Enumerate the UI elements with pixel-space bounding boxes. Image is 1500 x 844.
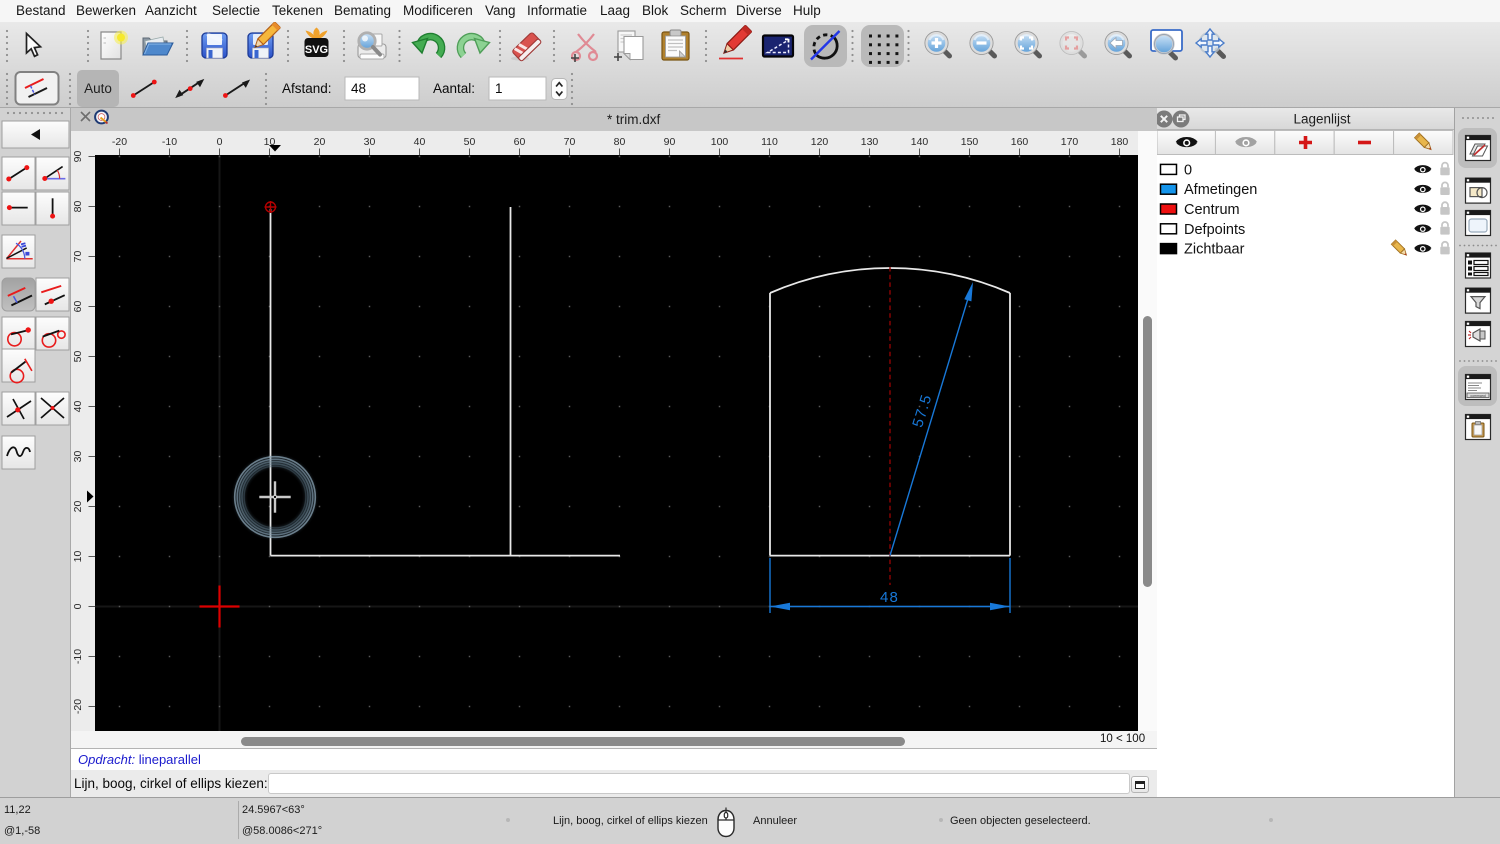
svg-text:140: 140 <box>911 136 929 148</box>
svg-text:48: 48 <box>351 81 366 96</box>
svg-text:150: 150 <box>961 136 979 148</box>
svg-text:command: command <box>1470 394 1485 398</box>
svg-text:120: 120 <box>811 136 829 148</box>
svg-text:90: 90 <box>664 136 676 148</box>
svg-text:160: 160 <box>1011 136 1029 148</box>
svg-text:-20: -20 <box>112 136 127 148</box>
svg-text:100: 100 <box>711 136 729 148</box>
svg-text:SVG: SVG <box>305 44 328 56</box>
svg-text:Aantal:: Aantal: <box>433 81 475 96</box>
svg-text:50: 50 <box>464 136 476 148</box>
svg-text:Auto: Auto <box>84 81 112 96</box>
svg-text:80: 80 <box>614 136 626 148</box>
svg-text:40: 40 <box>414 136 426 148</box>
svg-text:40: 40 <box>72 401 84 413</box>
svg-text:20: 20 <box>72 501 84 513</box>
svg-text:60: 60 <box>72 301 84 313</box>
svg-text:0: 0 <box>217 136 223 148</box>
svg-text:Centrum: Centrum <box>1184 202 1240 218</box>
svg-text:80: 80 <box>72 201 84 213</box>
svg-text:90: 90 <box>72 151 84 163</box>
svg-text:20: 20 <box>314 136 326 148</box>
svg-text:130: 130 <box>861 136 879 148</box>
svg-text:Defpoints: Defpoints <box>1184 222 1245 238</box>
svg-text:Zichtbaar: Zichtbaar <box>1184 242 1245 258</box>
svg-text:70: 70 <box>72 251 84 263</box>
svg-text:Afstand:: Afstand: <box>282 81 332 96</box>
svg-text:30: 30 <box>364 136 376 148</box>
svg-text:-10: -10 <box>72 649 84 664</box>
svg-text:50: 50 <box>72 351 84 363</box>
svg-text:Afmetingen: Afmetingen <box>1184 182 1257 198</box>
svg-text:0: 0 <box>1184 162 1192 178</box>
svg-text:48: 48 <box>880 589 899 606</box>
svg-text:Lagenlijst: Lagenlijst <box>1293 112 1350 127</box>
svg-text:60: 60 <box>514 136 526 148</box>
svg-text:30: 30 <box>72 451 84 463</box>
svg-text:170: 170 <box>1061 136 1079 148</box>
svg-text:10: 10 <box>72 551 84 563</box>
svg-text:180: 180 <box>1111 136 1129 148</box>
svg-text:-10: -10 <box>162 136 177 148</box>
svg-text:0: 0 <box>72 603 84 609</box>
svg-text:70: 70 <box>564 136 576 148</box>
svg-text:57.5: 57.5 <box>909 392 935 429</box>
svg-text:1: 1 <box>495 81 503 96</box>
svg-text:110: 110 <box>761 136 778 148</box>
svg-text:-20: -20 <box>72 699 84 714</box>
